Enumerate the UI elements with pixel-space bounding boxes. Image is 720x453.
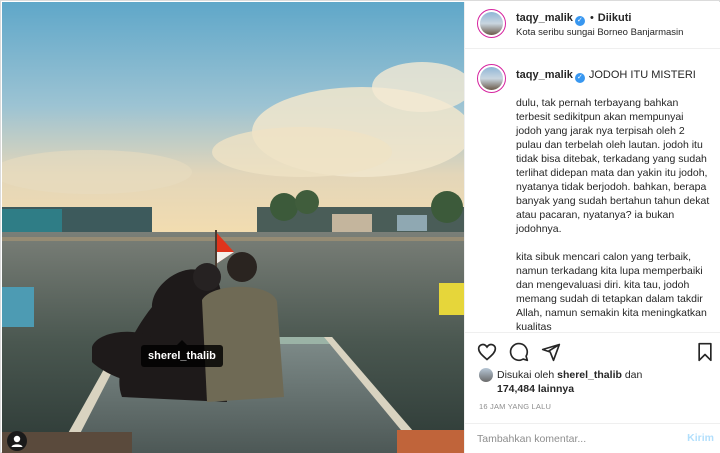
verified-badge-icon: ✓: [574, 16, 585, 26]
photo-scene: [2, 2, 464, 453]
username-link[interactable]: taqy_malik: [516, 12, 573, 24]
user-tag-label[interactable]: sherel_thalib: [141, 340, 223, 367]
caption-username[interactable]: taqy_malik: [516, 69, 573, 81]
comment-input[interactable]: [477, 431, 667, 447]
likes-conj: dan: [624, 369, 643, 381]
share-icon[interactable]: [541, 342, 561, 362]
likes-prefix: Disukai oleh: [497, 369, 555, 381]
separator: •: [589, 12, 594, 24]
likes-count-link[interactable]: 174,484 lainnya: [497, 382, 574, 396]
heart-icon[interactable]: [477, 342, 497, 362]
likes-suffix: lainnya: [537, 383, 575, 395]
action-bar: [465, 332, 720, 370]
follow-button[interactable]: Diikuti: [598, 12, 632, 24]
liker-avatar[interactable]: [479, 368, 493, 382]
send-comment-button[interactable]: Kirim: [687, 432, 714, 444]
comment-form: Kirim: [465, 423, 720, 453]
post-photo[interactable]: sherel_thalib: [2, 2, 464, 453]
avatar[interactable]: [477, 9, 506, 38]
post-window: sherel_thalib taqy_malik ✓ • Diikuti Kota …: [0, 0, 720, 453]
likes-count: 174,484: [497, 383, 535, 395]
user-tag-icon[interactable]: [7, 431, 27, 451]
header-user-line: taqy_malik ✓ • Diikuti: [516, 12, 631, 26]
caption-avatar[interactable]: [477, 64, 506, 93]
likes-line-1: Disukai oleh sherel_thalib dan: [497, 368, 642, 382]
caption-text: dulu, tak pernah terbayang bahkan terbes…: [516, 97, 710, 332]
caption-title: JODOH ITU MISTERI: [588, 69, 696, 81]
location-link[interactable]: Kota seribu sungai Borneo Banjarmasin: [516, 27, 683, 38]
post-header: taqy_malik ✓ • Diikuti Kota seribu sungai …: [465, 2, 720, 49]
comment-icon[interactable]: [509, 342, 529, 362]
bookmark-icon[interactable]: [695, 342, 715, 362]
liker-username[interactable]: sherel_thalib: [557, 369, 622, 381]
post-sidebar: taqy_malik ✓ • Diikuti Kota seribu sungai …: [464, 2, 720, 453]
verified-badge-icon: ✓: [574, 73, 585, 83]
post-timestamp[interactable]: 16 JAM YANG LALU: [479, 402, 551, 411]
caption-section: taqy_malik ✓ JODOH ITU MISTERI dulu, tak p…: [465, 50, 720, 332]
caption-header: taqy_malik ✓ JODOH ITU MISTERI: [516, 69, 696, 83]
